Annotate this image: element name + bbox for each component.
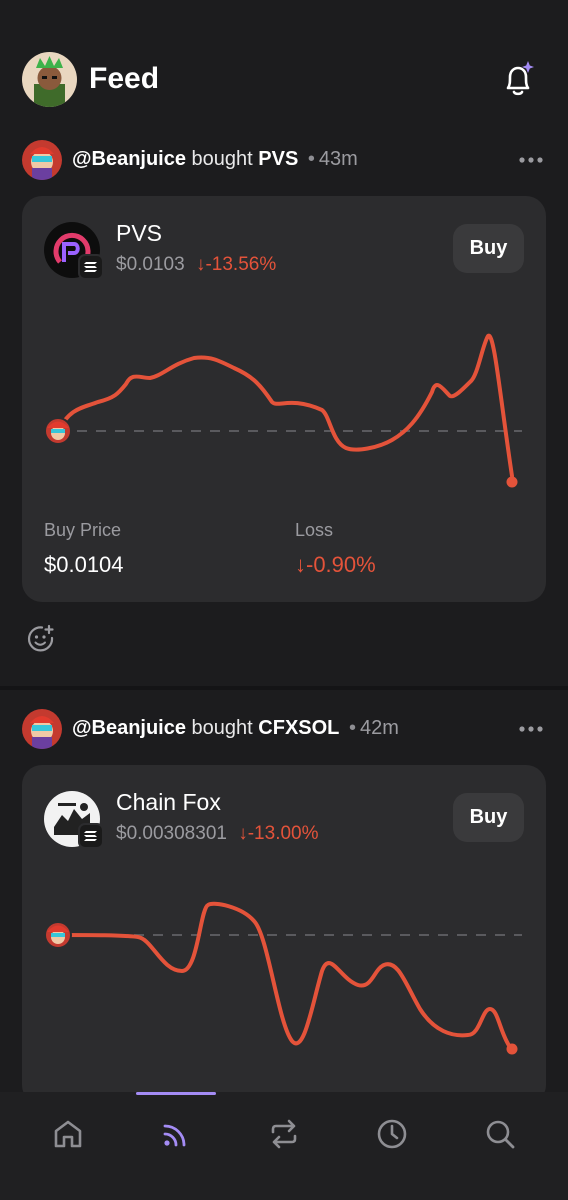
buy-marker-avatar	[44, 417, 72, 445]
token-logo	[44, 222, 104, 280]
user-avatar[interactable]	[22, 709, 62, 749]
post-header: @Beanjuice bought PVS • 43m	[22, 140, 546, 180]
avatar-icon	[22, 709, 62, 749]
solana-icon	[84, 831, 97, 841]
nav-search[interactable]	[460, 1112, 540, 1156]
post-header: @Beanjuice bought CFXSOL • 42m	[22, 709, 546, 749]
buy-price-label: Buy Price	[44, 520, 122, 540]
buy-marker-avatar	[44, 921, 72, 949]
price-line	[56, 333, 514, 478]
more-options-button[interactable]	[518, 150, 544, 170]
solana-badge	[78, 254, 104, 280]
token-name: PVS	[116, 220, 163, 246]
loss-percent: -0.90%	[306, 552, 376, 577]
search-icon	[486, 1120, 515, 1149]
add-reaction-button[interactable]	[26, 624, 56, 654]
nav-swap[interactable]	[244, 1112, 324, 1156]
token-price: $0.0103	[116, 254, 185, 275]
bottom-navigation	[0, 1092, 568, 1200]
price-change: ↓-13.00%	[238, 823, 318, 844]
current-price-dot	[506, 1043, 518, 1055]
price-chart	[44, 333, 522, 488]
nav-home[interactable]	[28, 1112, 108, 1156]
loss-value: ↓-0.90%	[295, 552, 376, 578]
notifications-button[interactable]	[498, 58, 538, 100]
more-horizontal-icon	[519, 726, 543, 732]
price-change-value: -13.56%	[205, 254, 277, 275]
home-icon	[54, 1120, 82, 1148]
price-change: ↓-13.56%	[196, 254, 276, 275]
separator-dot: •	[307, 148, 315, 170]
trade-card[interactable]: Chain Fox $0.00308301 ↓-13.00% Buy	[22, 765, 546, 1105]
feed-icon	[163, 1124, 186, 1147]
app-header: Feed	[0, 0, 568, 140]
solana-badge	[78, 823, 104, 849]
solana-icon	[84, 262, 97, 272]
token-name: Chain Fox	[116, 789, 221, 815]
nav-history[interactable]	[352, 1112, 432, 1156]
token-symbol[interactable]: PVS	[258, 148, 298, 170]
buy-button[interactable]: Buy	[453, 224, 524, 273]
avatar-icon	[22, 140, 62, 180]
separator-dot: •	[348, 717, 356, 739]
buy-price-value: $0.0104	[44, 552, 124, 577]
down-arrow-icon: ↓	[238, 823, 248, 844]
loss-label: Loss	[295, 520, 334, 540]
post-action: bought	[191, 717, 253, 739]
price-change-value: -13.00%	[247, 823, 319, 844]
token-price-line: $0.00308301 ↓-13.00%	[116, 823, 319, 845]
token-price-line: $0.0103 ↓-13.56%	[116, 254, 276, 276]
smiley-plus-icon	[27, 624, 54, 652]
user-handle[interactable]: @Beanjuice	[72, 148, 186, 170]
active-tab-indicator	[136, 1092, 216, 1095]
post-time: 43m	[318, 148, 358, 170]
avatar-green-crown-icon	[22, 52, 77, 107]
more-horizontal-icon	[519, 157, 543, 163]
token-logo	[44, 791, 104, 849]
post-summary: @Beanjuice bought CFXSOL • 42m	[72, 717, 399, 740]
post-summary: @Beanjuice bought PVS • 43m	[72, 148, 358, 171]
buy-button[interactable]: Buy	[453, 793, 524, 842]
user-avatar[interactable]	[22, 140, 62, 180]
bell-sparkle-icon	[506, 61, 534, 96]
page-title: Feed	[89, 62, 160, 95]
trade-card[interactable]: PVS $0.0103 ↓-13.56% Buy Buy Price $0.01…	[22, 196, 546, 602]
down-arrow-icon: ↓	[295, 552, 306, 577]
more-options-button[interactable]	[518, 719, 544, 739]
current-price-dot	[506, 476, 518, 488]
post-time: 42m	[359, 717, 399, 739]
token-symbol[interactable]: CFXSOL	[258, 717, 339, 739]
profile-avatar[interactable]	[22, 52, 77, 107]
post-divider	[0, 686, 568, 690]
user-handle[interactable]: @Beanjuice	[72, 717, 186, 739]
nav-feed[interactable]	[136, 1112, 216, 1156]
post-action: bought	[191, 148, 253, 170]
swap-icon	[271, 1119, 297, 1149]
history-icon	[377, 1119, 407, 1149]
token-price: $0.00308301	[116, 823, 227, 844]
price-line	[56, 901, 512, 1049]
price-chart	[44, 901, 522, 1055]
